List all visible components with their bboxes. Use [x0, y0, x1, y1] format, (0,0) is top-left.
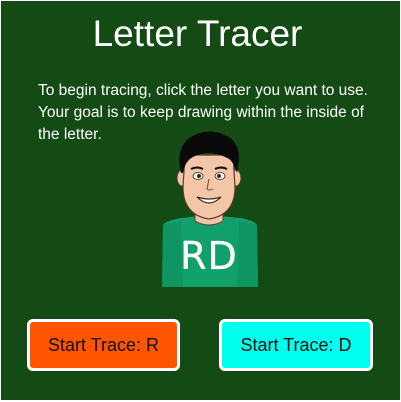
start-trace-d-button[interactable]: Start Trace: D [219, 319, 373, 371]
start-trace-r-button[interactable]: Start Trace: R [27, 319, 180, 371]
game-canvas: Letter Tracer To begin tracing, click th… [1, 1, 400, 400]
shirt-text: RD [180, 234, 238, 278]
face [182, 154, 236, 220]
page-title: Letter Tracer [92, 13, 303, 54]
right-sleeve [237, 221, 258, 287]
character-avatar: RD [162, 131, 258, 287]
